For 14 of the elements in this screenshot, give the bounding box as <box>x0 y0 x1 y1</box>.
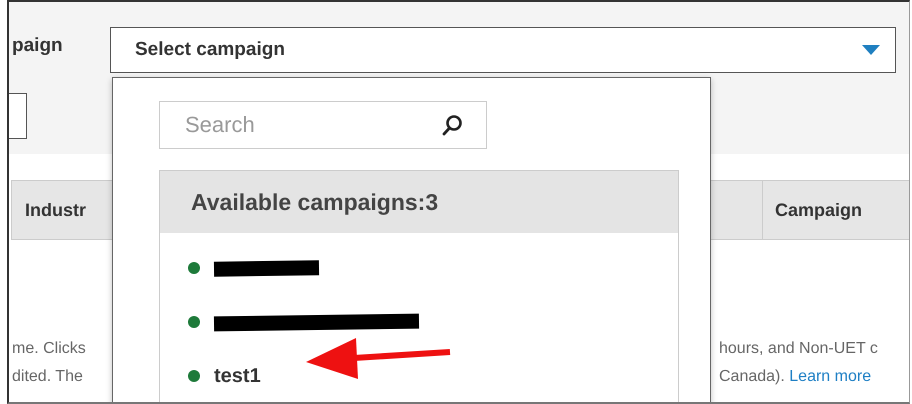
description-text: me. Clicks <box>12 340 86 358</box>
learn-more-link[interactable]: Learn more <box>789 368 872 385</box>
input-field[interactable] <box>9 93 27 139</box>
search-icon <box>441 114 463 136</box>
list-heading: Available campaigns:3 <box>191 188 438 216</box>
field-label: paign <box>11 35 64 57</box>
search-field[interactable]: Search <box>159 101 487 149</box>
description-text: dited. The <box>12 368 84 386</box>
caret-icon <box>861 44 881 56</box>
column-header: Campaign <box>762 181 909 239</box>
description-text: hours, and Non-UET c <box>719 340 879 358</box>
campaign-select[interactable]: Select campaign <box>110 27 896 73</box>
description-text: Canada). Learn more <box>719 368 872 386</box>
campaign-option[interactable]: test1 <box>214 364 261 388</box>
